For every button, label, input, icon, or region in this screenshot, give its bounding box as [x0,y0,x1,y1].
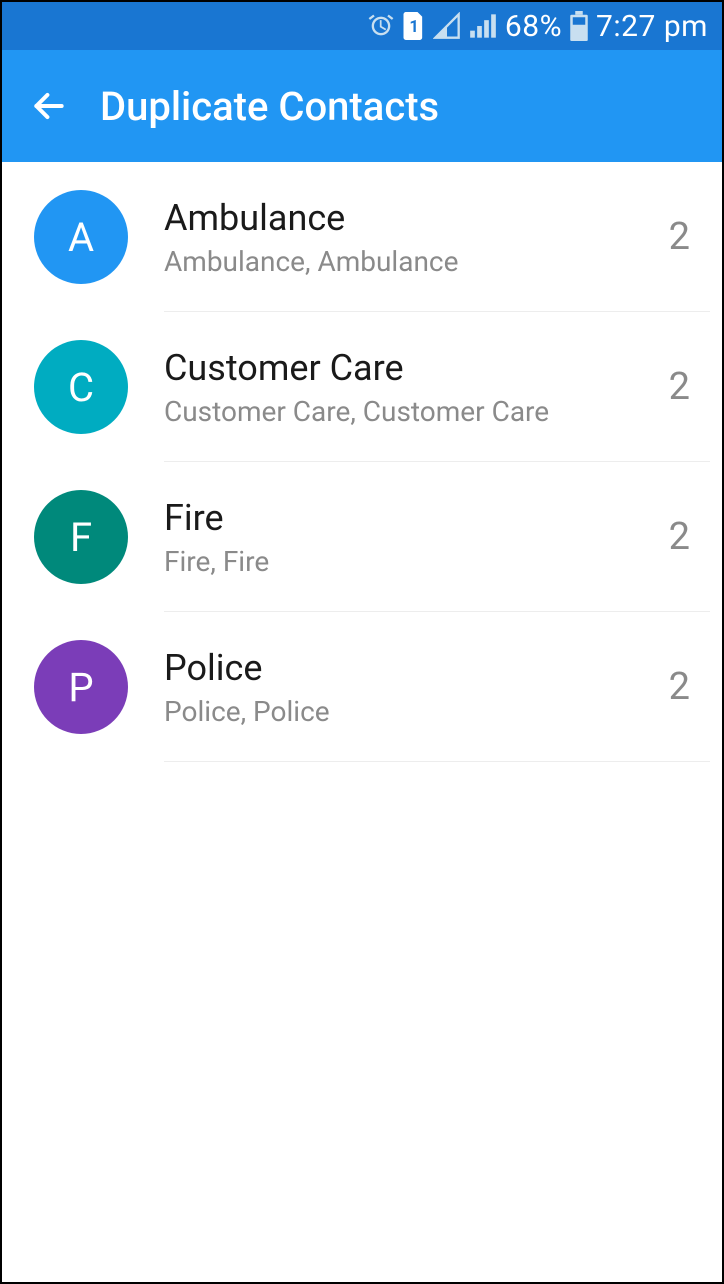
duplicate-count: 2 [669,515,694,559]
battery-icon [570,11,588,41]
contact-subtitle: Customer Care, Customer Care [164,395,669,428]
time-text: 7:27 pm [596,9,708,44]
network-triangle-icon [433,12,461,40]
contact-item-ambulance[interactable]: A Ambulance Ambulance, Ambulance 2 [2,162,722,312]
arrow-left-icon [30,87,68,125]
contact-name: Customer Care [164,347,669,389]
contact-text: Ambulance Ambulance, Ambulance [164,197,669,278]
duplicate-count: 2 [669,365,694,409]
alarm-icon [367,12,395,40]
duplicate-count: 2 [669,215,694,259]
contact-item-police[interactable]: P Police Police, Police 2 [2,612,722,762]
contact-text: Police Police, Police [164,647,669,728]
avatar: C [34,340,128,434]
signal-icon [469,12,497,40]
avatar: F [34,490,128,584]
sim-icon: 1 [403,12,425,40]
contact-text: Customer Care Customer Care, Customer Ca… [164,347,669,428]
contact-text: Fire Fire, Fire [164,497,669,578]
avatar: A [34,190,128,284]
contact-subtitle: Fire, Fire [164,545,669,578]
status-bar: 1 68% 7:27 pm [2,2,722,50]
svg-text:1: 1 [409,17,418,36]
contact-item-customer-care[interactable]: C Customer Care Customer Care, Customer … [2,312,722,462]
duplicate-count: 2 [669,665,694,709]
contact-subtitle: Ambulance, Ambulance [164,245,669,278]
contact-name: Ambulance [164,197,669,239]
avatar: P [34,640,128,734]
status-icons: 1 68% 7:27 pm [367,9,708,44]
contact-list: A Ambulance Ambulance, Ambulance 2 C Cus… [2,162,722,762]
contact-name: Police [164,647,669,689]
contact-subtitle: Police, Police [164,695,669,728]
battery-text: 68% [505,9,562,44]
contact-name: Fire [164,497,669,539]
app-bar: Duplicate Contacts [2,50,722,162]
contact-item-fire[interactable]: F Fire Fire, Fire 2 [2,462,722,612]
back-button[interactable] [30,87,68,125]
page-title: Duplicate Contacts [100,83,439,130]
